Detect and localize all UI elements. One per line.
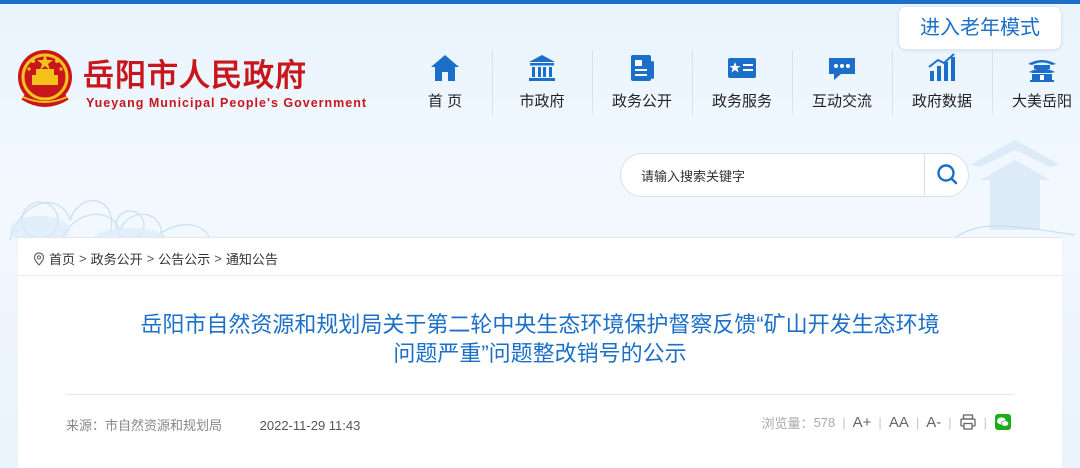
breadcrumb-separator: >: [146, 251, 155, 266]
breadcrumb-separator: >: [79, 251, 87, 266]
article-title-line: 问题严重”问题整改销号的公示: [393, 341, 687, 366]
breadcrumb-divider: [18, 275, 1062, 276]
breadcrumb-open-government[interactable]: 政务公开: [91, 249, 143, 268]
home-icon: [431, 55, 459, 81]
tool-separator: |: [948, 414, 952, 430]
print-icon[interactable]: [959, 413, 977, 431]
nav-item-government[interactable]: 市政府: [492, 48, 592, 118]
article-date: 2022-11-29 11:43: [259, 418, 361, 433]
article-source: 来源：市自然资源和规划局: [66, 418, 223, 433]
nav-item-beautiful-yueyang[interactable]: 大美岳阳: [992, 48, 1080, 118]
article-title-line: 岳阳市自然资源和规划局关于第二轮中央生态环境保护督察反馈“矿山开发生态环境: [140, 312, 940, 337]
nav-label: 政务服务: [711, 93, 772, 110]
location-pin-icon: [33, 251, 45, 266]
bar-chart-icon: [928, 53, 955, 81]
national-emblem-logo[interactable]: [15, 45, 75, 115]
breadcrumb-notices[interactable]: 通知公告: [226, 249, 278, 268]
top-accent-bar: [0, 0, 1080, 4]
font-reset-button[interactable]: AA: [889, 414, 909, 431]
article-title: 岳阳市自然资源和规划局关于第二轮中央生态环境保护督察反馈“矿山开发生态环境 问题…: [58, 310, 1022, 368]
search-input[interactable]: [639, 154, 923, 198]
pagoda-icon: [1028, 60, 1056, 82]
search-button[interactable]: [927, 154, 969, 196]
nav-item-government-service[interactable]: 政务服务: [692, 48, 792, 118]
elder-mode-button[interactable]: 进入老年模式: [898, 6, 1062, 50]
government-building-icon: [529, 55, 555, 81]
nav-label: 政府数据: [911, 93, 972, 110]
nav-label: 互动交流: [811, 93, 872, 110]
article-tools: 浏览量： 578 | A+ | AA | A- | |: [762, 411, 1012, 433]
tool-separator: |: [842, 414, 846, 430]
search-divider: [924, 154, 925, 196]
nav-item-interaction[interactable]: 互动交流: [792, 48, 892, 118]
font-larger-button[interactable]: A+: [853, 414, 872, 431]
font-smaller-button[interactable]: A-: [926, 414, 941, 431]
nav-label: 政务公开: [611, 93, 672, 110]
views-count: 578: [813, 414, 836, 430]
tool-separator: |: [983, 414, 987, 430]
service-card-icon: [728, 58, 756, 78]
nav-item-government-data[interactable]: 政府数据: [892, 48, 992, 118]
breadcrumb: 首页 > 政务公开 > 公告公示 > 通知公告: [32, 249, 278, 268]
nav-label: 市政府: [519, 93, 565, 110]
main-nav: 首 页 市政府 政务公开 政务服务 互动交流 政府数据 大美岳阳: [398, 48, 1080, 118]
views-label: 浏览量：: [761, 415, 814, 431]
article-meta: 来源：市自然资源和规划局 2022-11-29 11:43: [66, 415, 360, 434]
tool-separator: |: [878, 414, 882, 430]
background-pavilion-decoration: [954, 140, 1076, 239]
document-icon: [631, 55, 654, 81]
chat-icon: [829, 58, 855, 80]
search-box: [620, 153, 969, 198]
site-title[interactable]: 岳阳市人民政府: [83, 50, 307, 95]
wechat-share-icon[interactable]: [994, 413, 1012, 431]
meta-divider: [66, 394, 1014, 395]
breadcrumb-home[interactable]: 首页: [49, 249, 75, 268]
breadcrumb-announcements[interactable]: 公告公示: [158, 249, 210, 268]
breadcrumb-separator: >: [214, 251, 222, 266]
nav-label: 大美岳阳: [1011, 93, 1072, 110]
tool-separator: |: [915, 414, 920, 430]
nav-item-home[interactable]: 首 页: [398, 48, 492, 118]
search-icon: [937, 164, 958, 185]
nav-item-open-government[interactable]: 政务公开: [592, 48, 692, 118]
nav-label: 首 页: [427, 93, 463, 110]
article-panel: 首页 > 政务公开 > 公告公示 > 通知公告 岳阳市自然资源和规划局关于第二轮…: [18, 237, 1062, 468]
site-subtitle: Yueyang Municipal People's Government: [86, 96, 368, 110]
